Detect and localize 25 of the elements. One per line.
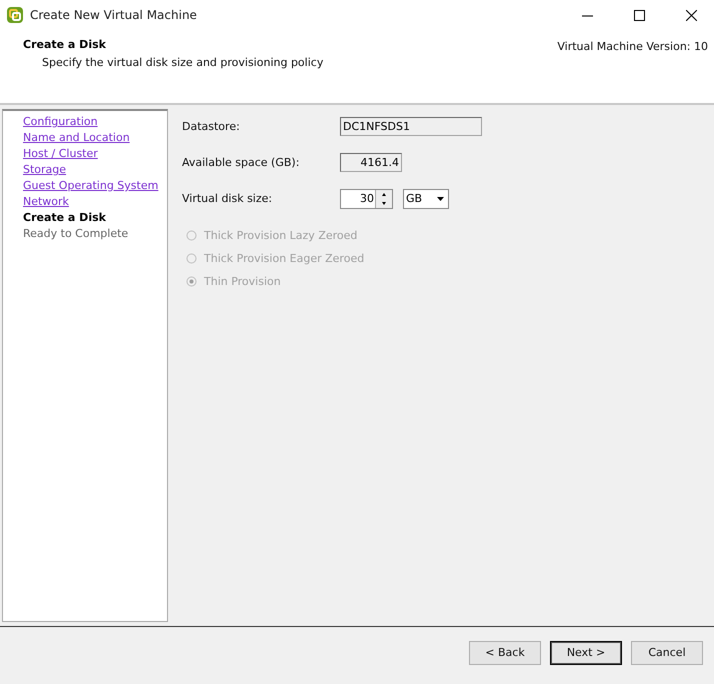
wizard-step-link[interactable]: Configuration	[23, 114, 98, 130]
wizard-step-link[interactable]: Storage	[23, 162, 66, 178]
app-logo-icon	[6, 6, 24, 24]
wizard-step-link[interactable]: Guest Operating System	[23, 178, 158, 194]
field-label: Available space (GB):	[182, 156, 300, 169]
available-space-field: 4161.4	[340, 153, 402, 172]
field-label: Datastore:	[182, 120, 241, 133]
wizard-step-link[interactable]: Network	[23, 194, 69, 210]
disk-size-spinner[interactable]: 30	[340, 188, 393, 208]
datastore-field: DC1NFSDS1	[340, 117, 482, 136]
field-label: Virtual disk size:	[182, 192, 274, 205]
maximize-icon	[634, 10, 644, 20]
unit-dropdown[interactable]: GB	[403, 188, 449, 208]
wizard-button[interactable]: Next >	[550, 640, 622, 664]
wizard-step-link[interactable]: Host / Cluster	[23, 146, 98, 162]
wizard-button[interactable]: Cancel	[631, 640, 703, 664]
page-title: Create a Disk	[23, 38, 107, 51]
step-text: Ready to Complete	[23, 226, 128, 242]
version-label: Virtual Machine Version: 10	[557, 40, 708, 55]
page-subtitle: Specify the virtual disk size and provisioning policy	[42, 56, 324, 69]
wizard-step-link[interactable]: Name and Location	[23, 130, 130, 146]
wizard-button[interactable]: < Back	[469, 640, 541, 664]
window-title: Create New Virtual Machine	[30, 8, 198, 22]
step-text: Create a Disk	[23, 210, 106, 226]
close-icon	[686, 10, 696, 20]
